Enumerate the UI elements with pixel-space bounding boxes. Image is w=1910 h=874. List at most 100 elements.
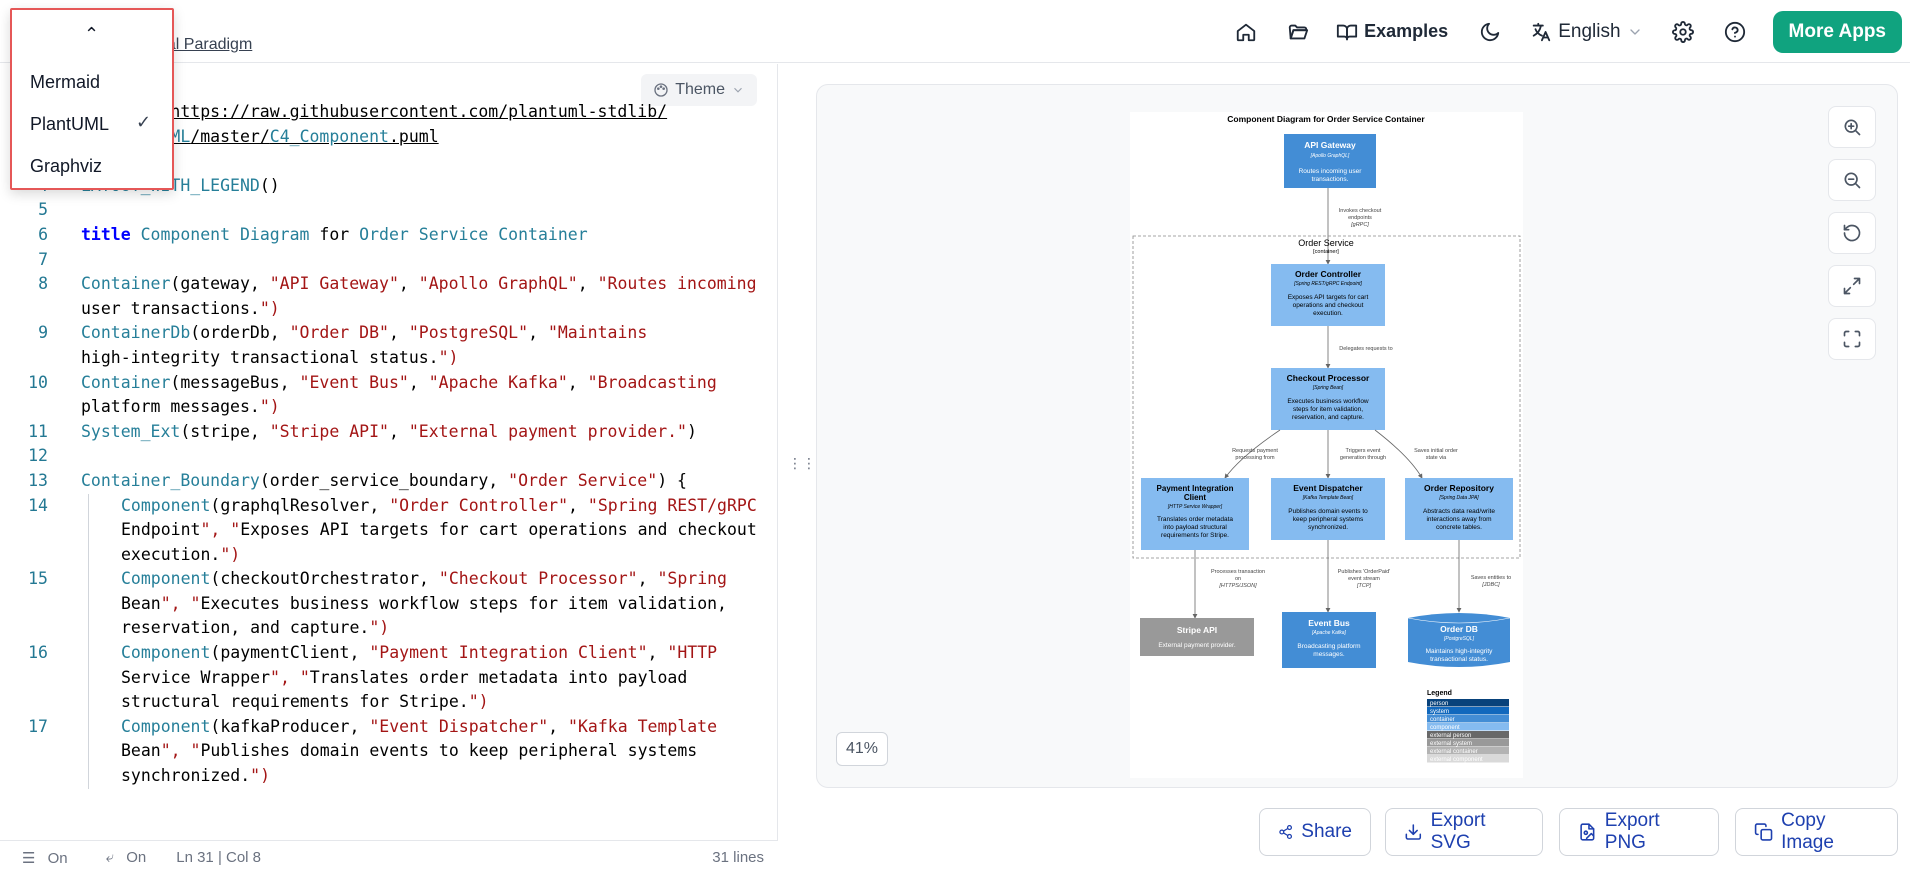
processor-tech: [Spring Bean] (1312, 385, 1344, 391)
line-numbers-toggle[interactable]: ☰ On (22, 849, 68, 867)
expand-icon (1843, 277, 1861, 295)
db-desc: Maintains high-integrity transactional st… (1426, 648, 1494, 663)
rel-dispatch-label: Triggers event generation through (1340, 448, 1386, 461)
dropdown-item-mermaid[interactable]: Mermaid (30, 72, 100, 93)
help-button[interactable] (1715, 12, 1755, 52)
fullscreen-button[interactable] (1828, 318, 1876, 360)
fullscreen-icon (1843, 330, 1861, 348)
line-number (0, 395, 48, 420)
language-select[interactable]: English (1530, 12, 1642, 52)
code-line: 9 ContainerDb(orderDb, "Order DB", "Postg… (0, 321, 770, 346)
code-text: Bean", "Publishes domain events to keep … (121, 741, 698, 761)
gear-icon (1671, 20, 1694, 43)
processor-desc: Executes business workflow steps for item… (1287, 398, 1369, 421)
more-apps-button[interactable]: More Apps (1772, 10, 1902, 53)
line-number (0, 690, 48, 715)
code-line: 15 Component(checkoutOrchestrator, "Check… (0, 567, 770, 592)
code-line: 13 Container_Boundary(order_service_bound… (0, 469, 770, 494)
code-line: 12 (0, 444, 770, 469)
top-nav: Examples English More Apps (1214, 0, 1910, 63)
share-button[interactable]: Share (1259, 808, 1371, 856)
code-text: System_Ext(stripe, "Stripe API", "Extern… (81, 421, 697, 441)
file-image-icon (1580, 823, 1595, 841)
chevron-down-icon (1629, 28, 1640, 35)
rel-processor-repository (1374, 429, 1423, 479)
code-text: Component(paymentClient, "Payment Integr… (121, 643, 718, 663)
palette-icon (654, 83, 668, 97)
line-number: 16 (28, 643, 48, 663)
boundary-type: [container] (1313, 249, 1339, 255)
code-text: ContainerDb(orderDb, "Order DB", "Postgr… (81, 323, 648, 343)
code-line: 17 Component(kafkaProducer, "Event Dispat… (0, 714, 770, 740)
moon-icon (1481, 22, 1500, 41)
chevron-up-icon[interactable]: ⌃ (84, 24, 99, 45)
word-wrap-toggle[interactable]: ⤶ On (106, 849, 147, 866)
code-line: 11 System_Ext(stripe, "Stripe API", "Exte… (0, 420, 770, 445)
line-number (0, 592, 48, 617)
copy-icon (1754, 823, 1773, 841)
dropdown-item-plantuml[interactable]: PlantUML (30, 114, 109, 135)
line-number: 15 (28, 569, 48, 589)
fit-screen-button[interactable] (1828, 265, 1876, 307)
repository-tech: [Spring Data JPA] (1438, 495, 1479, 501)
line-number (0, 297, 48, 322)
stripe-node (1140, 618, 1254, 656)
open-folder-button[interactable] (1278, 12, 1318, 52)
zoom-in-button[interactable] (1828, 106, 1876, 148)
dispatcher-tech: [Kafka Template Bean] (1302, 495, 1354, 501)
processor-name: Checkout Processor (1287, 373, 1370, 383)
rel-db-label: Saves entities to [JDBC] (1471, 575, 1511, 588)
code-line: 6 title Component Diagram for Order Servi… (0, 223, 770, 248)
examples-button[interactable]: Examples (1336, 12, 1448, 52)
export-png-label: Export PNG (1604, 810, 1660, 853)
panel-resize-handle[interactable]: ⋮⋮ (788, 455, 816, 472)
rel-processor-payment (1224, 429, 1281, 479)
home-button[interactable] (1226, 12, 1266, 52)
stripe-desc: External payment provider. (1158, 642, 1236, 649)
rel-stripe-label: Processes transaction on [HTTPS/JSON] (1211, 569, 1265, 589)
settings-button[interactable] (1663, 12, 1703, 52)
legend: person system container component external p… (1427, 699, 1509, 763)
book-icon (1337, 24, 1358, 40)
line-number (0, 666, 48, 691)
code-line: platform messages.") (0, 395, 770, 420)
code-text: Endpoint", "Exposes API targets for cart… (121, 520, 757, 540)
dispatcher-name: Event Dispatcher (1293, 483, 1363, 493)
copy-image-button[interactable]: Copy Image (1735, 808, 1898, 856)
bus-tech: [Apache Kafka] (1311, 630, 1347, 636)
legend-label: external person (1430, 733, 1471, 739)
chevron-down-icon (734, 87, 742, 93)
help-icon (1724, 21, 1745, 42)
controller-tech: [Spring REST/gRPC Endpoint] (1293, 281, 1362, 287)
top-bar: sual Paradigm Examples English More Apps (0, 0, 1910, 63)
diagram-canvas[interactable]: Component Diagram for Order Service Cont… (1130, 112, 1523, 778)
export-png-button[interactable]: Export PNG (1559, 808, 1719, 856)
diagram-type-dropdown: ⌃ Mermaid PlantUML ✓ Graphviz (10, 8, 174, 190)
line-number: 10 (28, 372, 48, 392)
code-line: Service Wrapper", "Translates order meta… (0, 665, 770, 691)
zoom-out-button[interactable] (1828, 159, 1876, 201)
dark-mode-toggle[interactable] (1470, 12, 1510, 52)
preview-toolbar (1828, 106, 1876, 371)
code-area[interactable]: !include https://raw.githubusercontent.c… (0, 100, 770, 789)
dropdown-item-graphviz[interactable]: Graphviz (30, 156, 102, 177)
rel-controller-label: Delegates requests to (1339, 346, 1393, 352)
gateway-name: API Gateway (1304, 140, 1356, 150)
diagram-title: Component Diagram for Order Service Cont… (1227, 114, 1425, 124)
code-text: Container(gateway, "API Gateway", "Apoll… (81, 274, 757, 294)
translate-icon (1532, 22, 1551, 41)
code-text: high-integrity transactional status.") (81, 347, 459, 367)
code-line: Bean", "Executes business workflow steps… (0, 591, 770, 617)
code-line: synchronized.") (0, 764, 770, 789)
bus-name: Event Bus (1308, 618, 1350, 628)
legend-label: component (1430, 725, 1460, 731)
line-number: 11 (28, 421, 48, 441)
reset-view-button[interactable] (1828, 212, 1876, 254)
cursor-position: Ln 31 | Col 8 (176, 849, 262, 866)
rel-repo-label: Saves initial order state via (1414, 448, 1458, 461)
code-line: 7 (0, 248, 770, 273)
code-text: Component(checkoutOrchestrator, "Checkou… (121, 569, 727, 589)
export-svg-button[interactable]: Export SVG (1385, 808, 1543, 856)
